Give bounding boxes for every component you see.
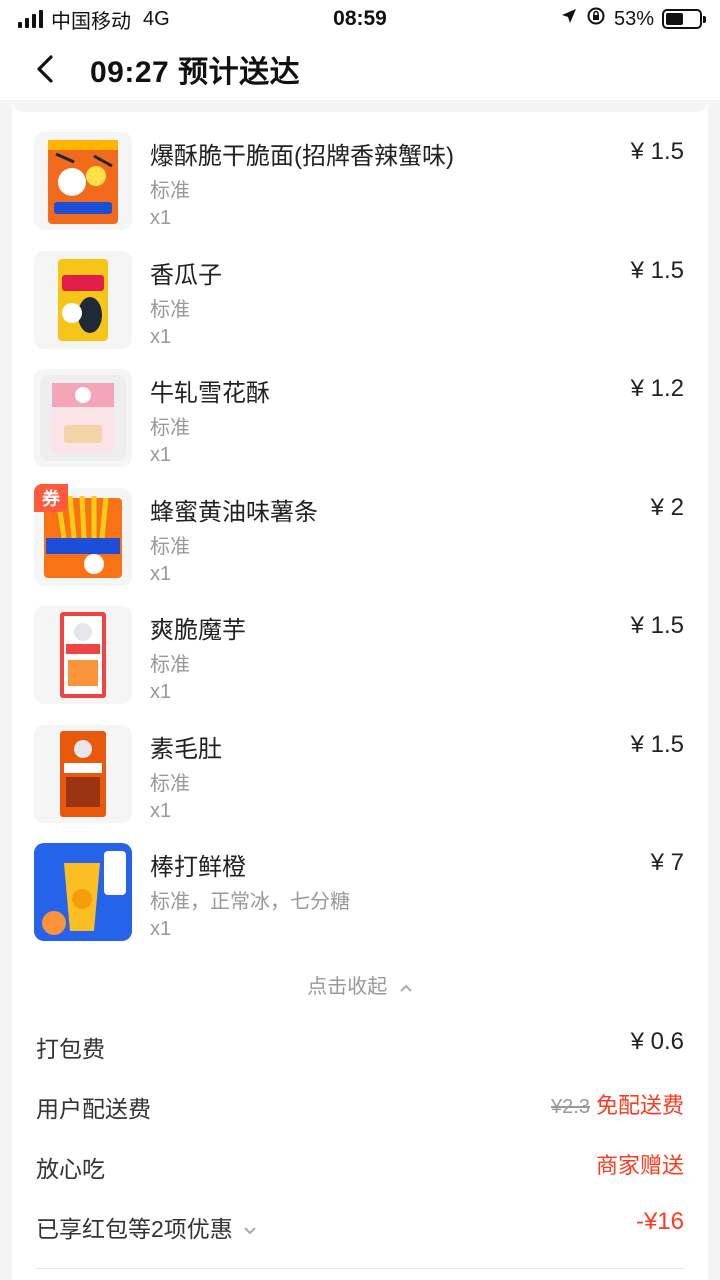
battery-icon: [662, 9, 706, 29]
order-card: 爆酥脆干脆面(招牌香辣蟹味) 标准 x1 ¥ 1.5 香瓜子 标准 x1 ¥ 1…: [12, 100, 708, 1280]
item-spec: 标准: [150, 535, 190, 558]
location-arrow-icon: [560, 7, 578, 31]
item-name: 爽脆魔芋: [150, 617, 246, 644]
item-spec: 标准: [150, 180, 190, 202]
item-quantity: x1: [150, 681, 172, 703]
delivery-fee-original: ¥2.3: [551, 1096, 590, 1118]
item-name: 蜂蜜黄油味薯条: [150, 498, 318, 526]
item-spec: 标准: [150, 772, 190, 795]
back-button[interactable]: [0, 38, 90, 100]
product-image: [34, 369, 132, 467]
packing-fee-label: 打包费: [36, 1036, 105, 1062]
carrier-label: 中国移动: [51, 10, 131, 33]
order-item-list: 爆酥脆干脆面(招牌香辣蟹味) 标准 x1 ¥ 1.5 香瓜子 标准 x1 ¥ 1…: [12, 128, 708, 958]
item-spec: 标准: [150, 654, 190, 676]
chevron-down-icon: [244, 1227, 256, 1235]
product-image: [34, 132, 132, 230]
item-price: ¥ 7: [650, 849, 684, 876]
list-item[interactable]: 棒打鲜橙 标准，正常冰，七分糖 x1 ¥ 7: [12, 839, 708, 958]
item-spec: 标准: [150, 298, 190, 321]
item-quantity: x1: [150, 325, 172, 348]
product-image: [34, 606, 132, 704]
item-price: ¥ 1.5: [630, 138, 684, 165]
list-item[interactable]: 香瓜子 标准 x1 ¥ 1.5: [12, 247, 708, 366]
item-price: ¥ 1.2: [630, 375, 684, 402]
item-name: 牛轧雪花酥: [150, 380, 270, 407]
product-image: [34, 250, 132, 349]
discount-label-group: 已享红包等2项优惠: [36, 1210, 257, 1244]
item-price: ¥ 1.5: [630, 256, 684, 284]
item-quantity: x1: [150, 799, 172, 822]
collapse-button[interactable]: 点击收起: [12, 970, 708, 999]
discount-row[interactable]: 已享红包等2项优惠 -¥16: [12, 1206, 708, 1246]
status-time: 08:59: [333, 7, 387, 30]
item-quantity: x1: [150, 207, 172, 229]
assurance-row: 放心吃 商家赠送: [12, 1146, 708, 1186]
item-name: 爆酥脆干脆面(招牌香辣蟹味): [150, 143, 454, 170]
list-item[interactable]: 爆酥脆干脆面(招牌香辣蟹味) 标准 x1 ¥ 1.5: [12, 128, 708, 247]
divider: [36, 1268, 684, 1269]
discount-label: 已享红包等2项优惠: [36, 1216, 233, 1242]
item-name: 香瓜子: [150, 261, 222, 289]
status-bar: 中国移动 4G 08:59 53%: [0, 0, 720, 38]
status-right: 53%: [442, 6, 706, 32]
status-left: 中国移动 4G: [18, 5, 278, 34]
coupon-badge: 券: [34, 483, 68, 512]
assurance-value: 商家赠送: [595, 1153, 684, 1178]
item-quantity: x1: [150, 562, 172, 585]
card-top-divider: [12, 100, 708, 112]
item-price: ¥ 1.5: [630, 612, 684, 639]
assurance-label: 放心吃: [36, 1156, 105, 1182]
delivery-fee-value-group: ¥2.3 免配送费: [551, 1088, 684, 1120]
page-title: 09:27 预计送达: [90, 56, 301, 89]
list-item[interactable]: 素毛肚 标准 x1 ¥ 1.5: [12, 721, 708, 840]
list-item[interactable]: 爽脆魔芋 标准 x1 ¥ 1.5: [12, 602, 708, 721]
discount-value: -¥16: [635, 1208, 684, 1235]
item-price: ¥ 2: [650, 493, 684, 521]
collapse-label: 点击收起: [307, 976, 388, 998]
list-item[interactable]: 券 蜂蜜黄油味薯条 标准 x1 ¥ 2: [12, 483, 708, 603]
item-quantity: x1: [150, 918, 172, 940]
item-name: 素毛肚: [150, 735, 222, 763]
rotation-lock-icon: [586, 6, 606, 32]
delivery-fee-free: 免配送费: [595, 1093, 684, 1118]
item-name: 棒打鲜橙: [150, 854, 246, 881]
signal-icon: [18, 10, 43, 28]
item-price: ¥ 1.5: [630, 730, 684, 758]
battery-fill: [666, 13, 683, 25]
item-spec: 标准: [150, 417, 190, 439]
product-image: [34, 724, 132, 823]
product-image: [34, 843, 132, 941]
network-label: 4G: [143, 7, 170, 30]
nav-header: 09:27 预计送达: [0, 38, 720, 100]
chevron-left-icon: [37, 55, 53, 83]
delivery-fee-label: 用户配送费: [36, 1096, 151, 1122]
item-spec: 标准，正常冰，七分糖: [150, 891, 350, 913]
delivery-fee-row: 用户配送费 ¥2.3 免配送费: [12, 1086, 708, 1126]
packing-fee-row: 打包费 ¥ 0.6: [12, 1026, 708, 1066]
packing-fee-value: ¥ 0.6: [630, 1028, 684, 1055]
item-quantity: x1: [150, 444, 172, 466]
list-item[interactable]: 牛轧雪花酥 标准 x1 ¥ 1.2: [12, 365, 708, 484]
battery-percent: 53%: [613, 7, 654, 30]
chevron-up-icon: [400, 984, 412, 992]
